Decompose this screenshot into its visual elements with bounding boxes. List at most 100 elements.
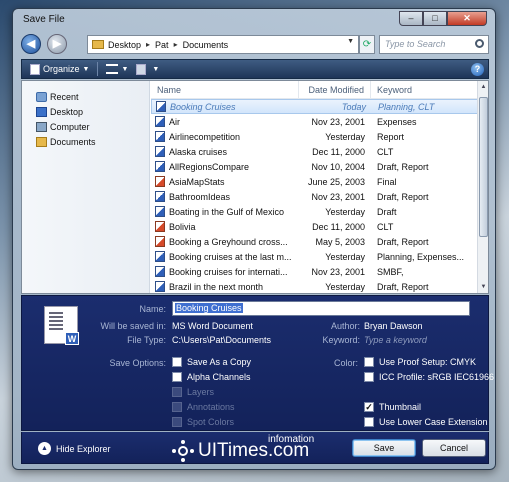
file-name-text: Air [169, 116, 180, 127]
logo-subtext: infomation [268, 434, 315, 445]
column-header-date[interactable]: Date Modified [299, 81, 371, 98]
vertical-scrollbar[interactable]: ▲ ▼ [477, 81, 488, 293]
chevron-right-icon[interactable]: ▸ [174, 40, 178, 49]
file-row[interactable]: AllRegionsCompare Nov 10, 2004 Draft, Repo… [151, 159, 488, 174]
powerpoint-file-icon [155, 236, 165, 247]
icc-profile-checkbox[interactable]: ICC Profile: sRGB IEC61966 [364, 372, 494, 382]
recent-icon [36, 91, 47, 102]
sidebar-item-desktop[interactable]: Desktop [22, 104, 149, 119]
file-row[interactable]: Alaska cruises Dec 11, 2000 CLT [151, 144, 488, 159]
file-name-text: Bolivia [169, 221, 196, 232]
keyword-input[interactable]: Type a keyword [364, 335, 427, 345]
file-row[interactable]: Airlinecompetition Yesterday Report [151, 129, 488, 144]
cancel-button[interactable]: Cancel [422, 439, 486, 457]
forward-button[interactable]: ▶ [47, 34, 67, 54]
hide-explorer-button[interactable]: ▲ Hide Explorer [38, 442, 111, 455]
file-name-text: AllRegionsCompare [169, 161, 250, 172]
word-icon: W [65, 332, 79, 345]
toolbar: Organize ▼ ▼ ▼ ? [21, 59, 489, 79]
layout-icon [136, 63, 147, 75]
computer-icon [36, 121, 47, 132]
file-keyword: Report [377, 131, 405, 142]
footer-bar: ▲ Hide Explorer UITimes.com infomation S… [21, 432, 489, 464]
column-header-keyword[interactable]: Keyword [371, 81, 475, 98]
word-file-icon [156, 101, 166, 112]
sidebar-item-recent[interactable]: Recent [22, 89, 149, 104]
file-keyword: SMBF, [377, 266, 404, 277]
close-button[interactable]: ✕ [447, 11, 487, 26]
file-name: Bolivia [151, 221, 299, 232]
file-row[interactable]: Booking Cruises Today Planning, CLT [151, 99, 488, 114]
file-row[interactable]: Booking cruises for internati... Nov 23, … [151, 264, 488, 279]
breadcrumb-desktop[interactable]: Desktop [108, 40, 141, 50]
thumbnail-checkbox[interactable]: ✓ Thumbnail [364, 402, 421, 412]
layout-menu[interactable]: ▼ [136, 63, 159, 75]
search-placeholder: Type to Search [385, 39, 446, 49]
title-bar: Save File – □ ✕ [13, 9, 495, 31]
file-name: Airlinecompetition [151, 131, 299, 142]
file-row[interactable]: Booking a Greyhound cross... May 5, 2003 D… [151, 234, 488, 249]
file-rows: Booking Cruises Today Planning, CLT Air Nov … [151, 99, 488, 293]
scrollbar-thumb[interactable] [479, 97, 488, 237]
refresh-button[interactable]: ⟳ [359, 35, 375, 54]
chevron-up-icon: ▲ [38, 442, 51, 455]
lower-case-extension-checkbox[interactable]: Use Lower Case Extension [364, 417, 488, 427]
breadcrumb-pat[interactable]: Pat [155, 40, 169, 50]
checkbox-box [172, 402, 182, 412]
maximize-button[interactable]: □ [423, 11, 447, 26]
file-name-text: BathroomIdeas [169, 191, 231, 202]
minimize-button[interactable]: – [399, 11, 423, 26]
alpha-channels-checkbox[interactable]: Alpha Channels [172, 372, 251, 382]
checkbox-label: Thumbnail [379, 402, 422, 412]
search-icon[interactable] [475, 39, 484, 48]
checkbox-label: Spot Colors [187, 417, 235, 427]
file-name: AsiaMapStats [151, 176, 299, 187]
sidebar-item-label: Documents [50, 136, 96, 147]
scroll-down-icon[interactable]: ▼ [478, 281, 488, 293]
word-file-icon [155, 281, 165, 292]
author-value[interactable]: Bryan Dawson [364, 321, 423, 331]
file-date: Dec 11, 2000 [312, 221, 365, 232]
chevron-down-icon[interactable]: ▼ [347, 38, 354, 45]
proof-setup-checkbox[interactable]: Use Proof Setup: CMYK [364, 357, 476, 367]
file-date: June 25, 2003 [307, 176, 365, 187]
scroll-up-icon[interactable]: ▲ [478, 81, 488, 93]
file-name-text: Airlinecompetition [169, 131, 241, 142]
save-button[interactable]: Save [352, 439, 416, 457]
breadcrumb[interactable]: Desktop ▸ Pat ▸ Documents ▼ [87, 35, 359, 54]
file-date: Dec 11, 2000 [312, 146, 365, 157]
file-keyword: CLT [377, 221, 394, 232]
checkbox-box [172, 417, 182, 427]
chevron-right-icon[interactable]: ▸ [146, 40, 150, 49]
file-name: Booking Cruises [152, 101, 300, 112]
toolbar-divider [97, 62, 99, 76]
file-row[interactable]: AsiaMapStats June 25, 2003 Final [151, 174, 488, 189]
sidebar-item-computer[interactable]: Computer [22, 119, 149, 134]
checkmark-icon: ✓ [364, 402, 374, 412]
file-row[interactable]: Bolivia Dec 11, 2000 CLT [151, 219, 488, 234]
breadcrumb-documents[interactable]: Documents [183, 40, 229, 50]
file-row[interactable]: Air Nov 23, 2001 Expenses [151, 114, 488, 129]
file-date: Nov 23, 2001 [311, 191, 365, 202]
file-row[interactable]: Boating in the Gulf of Mexico Yesterday Dr… [151, 204, 488, 219]
file-row[interactable]: BathroomIdeas Nov 23, 2001 Draft, Report [151, 189, 488, 204]
search-input[interactable]: Type to Search [379, 35, 489, 54]
column-header-name[interactable]: Name [151, 81, 299, 98]
word-file-icon [155, 206, 165, 217]
sidebar-item-documents[interactable]: Documents [22, 134, 149, 149]
file-name: Air [151, 116, 299, 127]
views-menu[interactable]: ▼ [106, 64, 128, 74]
organize-menu[interactable]: Organize ▼ [30, 63, 90, 75]
file-row[interactable]: Booking cruises at the last m... Yesterda… [151, 249, 488, 264]
help-icon[interactable]: ? [471, 63, 484, 76]
file-name: AllRegionsCompare [151, 161, 299, 172]
word-file-icon [155, 251, 165, 262]
filename-input[interactable]: Booking Cruises [172, 301, 470, 316]
checkbox-label: Alpha Channels [187, 372, 251, 382]
save-as-copy-checkbox[interactable]: Save As a Copy [172, 357, 251, 367]
checkbox-box [364, 372, 374, 382]
word-file-icon [155, 161, 165, 172]
file-row[interactable]: Brazil in the next month Yesterday Draft, … [151, 279, 488, 293]
chevron-down-icon: ▼ [82, 65, 90, 73]
back-button[interactable]: ◀ [21, 34, 41, 54]
